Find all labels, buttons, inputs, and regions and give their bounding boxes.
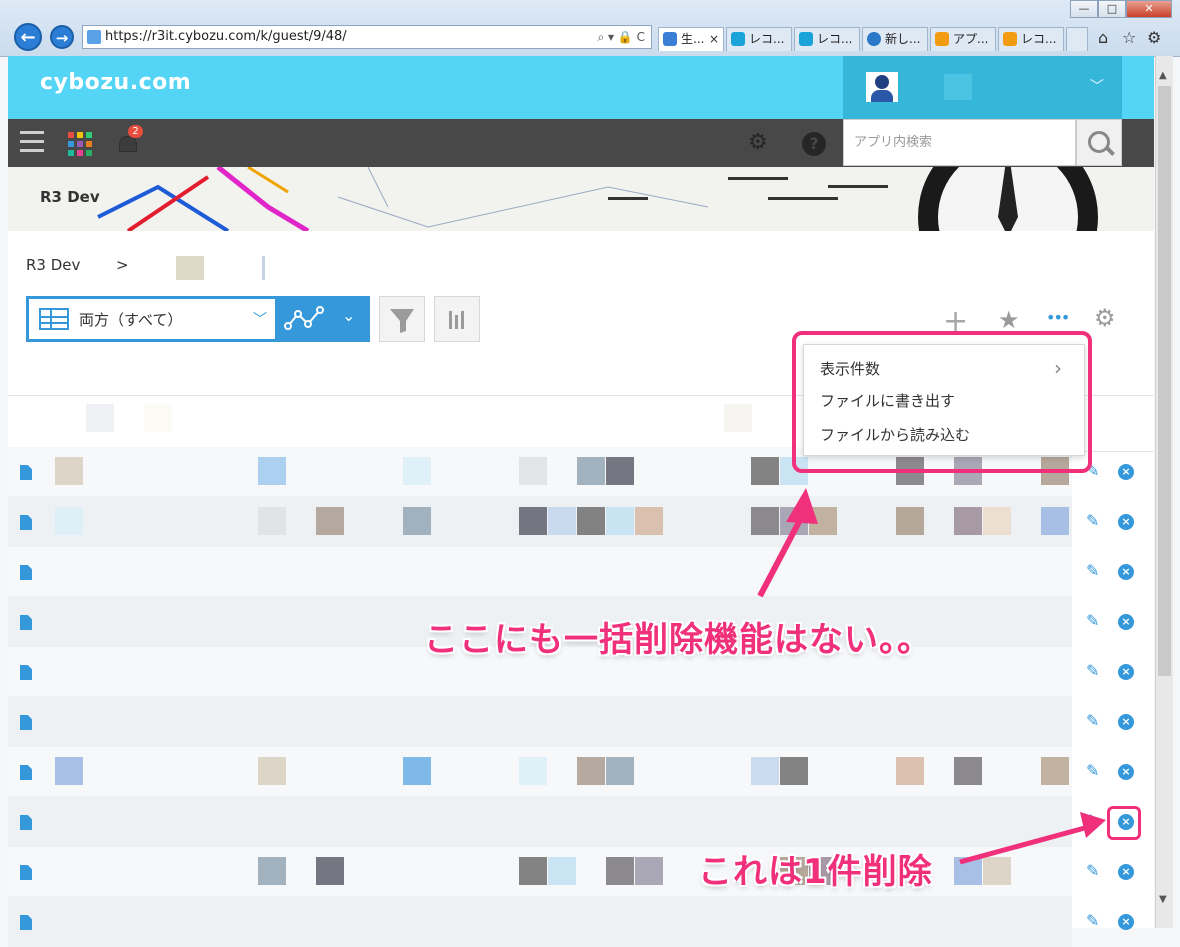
scrollbar-thumb[interactable] (1158, 86, 1171, 676)
delete-callout-highlight (1107, 806, 1141, 840)
scroll-down-icon[interactable]: ▼ (1159, 894, 1167, 905)
page-scrollbar[interactable]: ▲ ▼ (1155, 56, 1173, 928)
annotation-single-delete: これは1件削除 (698, 852, 933, 892)
scroll-up-icon[interactable]: ▲ (1159, 70, 1167, 81)
annotation-no-bulk-delete: ここにも一括削除機能はない。。 (424, 620, 932, 660)
annotation-arrows (757, 488, 1106, 865)
